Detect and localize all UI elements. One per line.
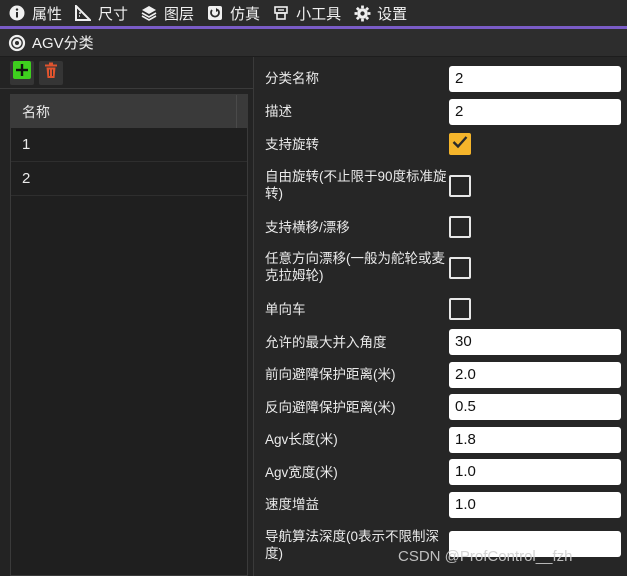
panel-header: AGV分类 — [0, 29, 627, 57]
list-item-label: 1 — [22, 136, 31, 153]
field-label-lateral-drift: 支持横移/漂移 — [265, 220, 350, 235]
menu-item-dimensions[interactable]: 尺寸 — [74, 0, 128, 26]
tools-icon — [272, 4, 290, 22]
field-label-category-name: 分类名称 — [265, 71, 319, 86]
column-divider[interactable] — [236, 95, 237, 128]
field-label-any-direction-drift: 任意方向漂移(一般为舵轮或麦克拉姆轮) — [265, 251, 445, 283]
layers-icon — [140, 4, 158, 22]
any-direction-drift-checkbox[interactable] — [449, 257, 471, 279]
lateral-drift-checkbox[interactable] — [449, 216, 471, 238]
category-name-input[interactable]: 2 — [449, 66, 621, 92]
column-name-label: 名称 — [22, 103, 50, 120]
settings-icon — [8, 34, 26, 52]
delete-button[interactable] — [39, 60, 63, 85]
category-list: 名称 1 2 — [10, 94, 248, 576]
menu-item-settings[interactable]: 设置 — [353, 0, 407, 26]
list-column-header[interactable]: 名称 — [11, 95, 247, 128]
description-input[interactable]: 2 — [449, 99, 621, 125]
info-icon — [8, 4, 26, 22]
panel-title: AGV分类 — [32, 35, 94, 52]
gear-icon — [353, 4, 371, 22]
field-label-free-rotation: 自由旋转(不止限于90度标准旋转) — [265, 169, 447, 201]
field-label-agv-width: Agv宽度(米) — [265, 465, 338, 480]
menu-item-layers[interactable]: 图层 — [140, 0, 194, 26]
forward-obstacle-distance-input[interactable]: 2.0 — [449, 362, 621, 388]
menu-bar: 属性 尺寸 图层 仿真 小工具 设置 — [0, 0, 627, 26]
menu-item-label: 尺寸 — [98, 5, 129, 23]
field-label-reverse-obstacle-distance: 反向避障保护距离(米) — [265, 400, 396, 415]
agv-length-input[interactable]: 1.8 — [449, 427, 621, 453]
add-button[interactable] — [10, 60, 34, 85]
list-item[interactable]: 2 — [11, 162, 247, 196]
max-merge-angle-input[interactable]: 30 — [449, 329, 621, 355]
one-way-checkbox[interactable] — [449, 298, 471, 320]
agv-width-input[interactable]: 1.0 — [449, 459, 621, 485]
menu-item-label: 小工具 — [296, 5, 342, 23]
field-label-forward-obstacle-distance: 前向避障保护距离(米) — [265, 367, 396, 382]
checkmark-icon — [452, 135, 468, 154]
menu-item-label: 图层 — [164, 5, 195, 23]
field-label-max-merge-angle: 允许的最大并入角度 — [265, 335, 387, 350]
field-label-support-rotation: 支持旋转 — [265, 137, 319, 152]
properties-form: 分类名称 2 描述 2 支持旋转 自由旋转(不止限于90度标准旋转) 支持横移/… — [255, 57, 627, 576]
category-list-panel: 名称 1 2 — [0, 57, 254, 576]
field-label-speed-gain: 速度增益 — [265, 497, 319, 512]
reverse-obstacle-distance-input[interactable]: 0.5 — [449, 394, 621, 420]
menu-item-tools[interactable]: 小工具 — [272, 0, 341, 26]
field-label-agv-length: Agv长度(米) — [265, 432, 338, 447]
field-label-one-way: 单向车 — [265, 302, 306, 317]
menu-item-properties[interactable]: 属性 — [8, 0, 62, 26]
list-item-label: 2 — [22, 170, 31, 187]
simulation-icon — [206, 4, 224, 22]
ruler-icon — [74, 4, 92, 22]
support-rotation-checkbox[interactable] — [449, 133, 471, 155]
menu-item-label: 仿真 — [230, 5, 261, 23]
speed-gain-input[interactable]: 1.0 — [449, 492, 621, 518]
menu-item-simulation[interactable]: 仿真 — [206, 0, 260, 26]
menu-item-label: 设置 — [377, 5, 408, 23]
field-label-description: 描述 — [265, 104, 292, 119]
trash-icon — [43, 62, 59, 84]
list-item[interactable]: 1 — [11, 128, 247, 162]
menu-item-label: 属性 — [32, 5, 63, 23]
free-rotation-checkbox[interactable] — [449, 175, 471, 197]
watermark: CSDN @ProfControl__fzh — [398, 548, 573, 565]
list-toolbar — [0, 57, 253, 89]
add-icon — [13, 61, 31, 84]
